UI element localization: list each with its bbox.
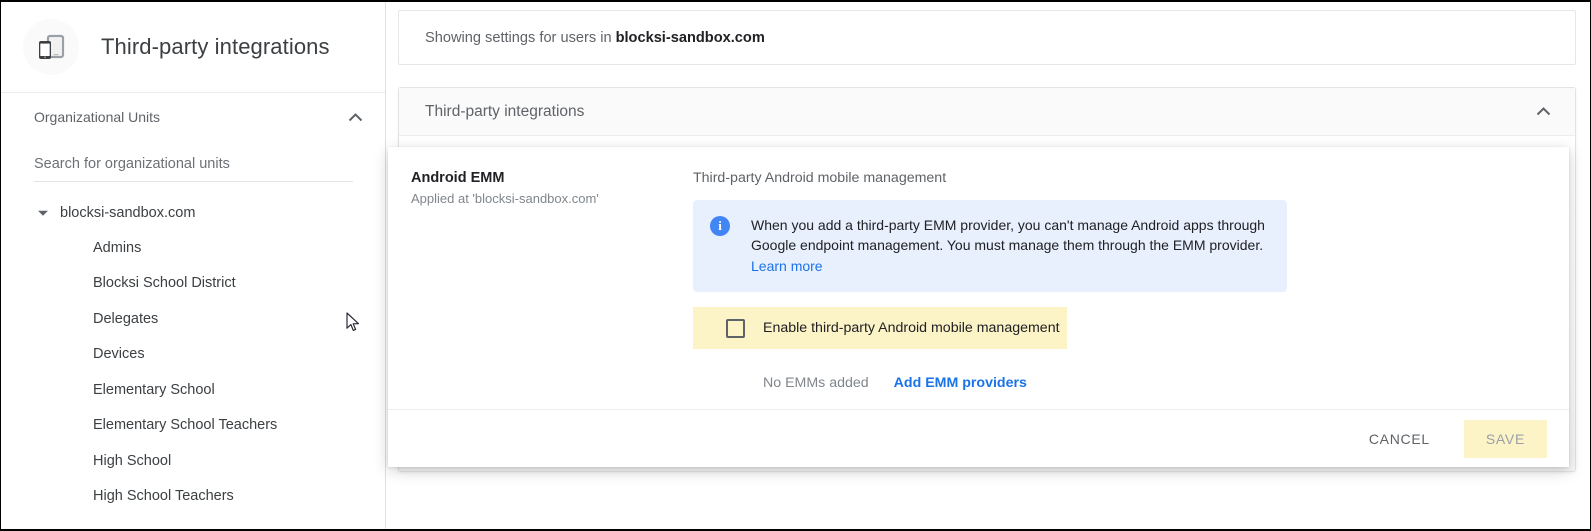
- android-emm-settings-panel: Android EMM Applied at 'blocksi-sandbox.…: [388, 147, 1569, 467]
- panel-left-column: Android EMM Applied at 'blocksi-sandbox.…: [388, 170, 693, 409]
- emm-status-row: No EMMs added Add EMM providers: [693, 375, 1529, 391]
- tree-item-label: High School Teachers: [93, 488, 234, 505]
- panel-footer: CANCEL SAVE: [388, 409, 1569, 467]
- save-button[interactable]: SAVE: [1463, 419, 1547, 458]
- enable-third-party-row[interactable]: Enable third-party Android mobile manage…: [693, 307, 1067, 349]
- info-callout: i When you add a third-party EMM provide…: [693, 200, 1287, 292]
- chevron-up-icon[interactable]: [1533, 102, 1553, 122]
- org-unit-tree: blocksi-sandbox.com Admins Blocksi Schoo…: [1, 195, 385, 514]
- showing-settings-domain: blocksi-sandbox.com: [615, 29, 765, 46]
- tree-item-high-school[interactable]: High School: [1, 443, 385, 479]
- sidebar: Third-party integrations Organizational …: [1, 2, 386, 529]
- tree-item-label: Admins: [93, 239, 142, 256]
- tree-item-label: Elementary School: [93, 381, 215, 398]
- tree-item-elementary-school[interactable]: Elementary School: [1, 372, 385, 408]
- tree-item-delegates[interactable]: Delegates: [1, 301, 385, 337]
- showing-settings-prefix: Showing settings for users in: [425, 29, 612, 46]
- showing-settings-banner: Showing settings for users in blocksi-sa…: [398, 10, 1576, 65]
- section-label: Third-party Android mobile management: [693, 170, 947, 186]
- panel-body: Android EMM Applied at 'blocksi-sandbox.…: [388, 147, 1569, 409]
- applied-at-label: Applied at 'blocksi-sandbox.com': [411, 191, 599, 206]
- tree-item-root-label: blocksi-sandbox.com: [60, 204, 196, 221]
- cancel-button[interactable]: CANCEL: [1353, 422, 1446, 456]
- search-field-wrap: [34, 155, 353, 182]
- panel-right-column: Third-party Android mobile management i …: [693, 170, 1569, 409]
- tree-item-elementary-school-teachers[interactable]: Elementary School Teachers: [1, 408, 385, 444]
- card-title: Third-party integrations: [425, 102, 585, 120]
- caret-down-icon[interactable]: [34, 204, 52, 222]
- card-header[interactable]: Third-party integrations: [399, 88, 1575, 136]
- android-emm-heading: Android EMM: [411, 170, 505, 186]
- no-emms-added-label: No EMMs added: [763, 375, 869, 391]
- chevron-up-icon[interactable]: [345, 107, 365, 127]
- organizational-units-header[interactable]: Organizational Units: [1, 93, 385, 141]
- page-title: Third-party integrations: [101, 34, 330, 59]
- add-emm-providers-link[interactable]: Add EMM providers: [894, 375, 1027, 391]
- info-callout-text-wrap: When you add a third-party EMM provider,…: [751, 215, 1271, 276]
- tree-item-label: Elementary School Teachers: [93, 417, 278, 434]
- enable-third-party-label: Enable third-party Android mobile manage…: [763, 320, 1060, 336]
- tree-item-label: Devices: [93, 346, 145, 363]
- tree-item-blocksi-school-district[interactable]: Blocksi School District: [1, 266, 385, 302]
- enable-third-party-checkbox[interactable]: [726, 318, 745, 338]
- tree-item-high-school-teachers[interactable]: High School Teachers: [1, 479, 385, 515]
- info-callout-text: When you add a third-party EMM provider,…: [751, 217, 1265, 253]
- learn-more-link[interactable]: Learn more: [751, 256, 823, 276]
- devices-phone-tablet-icon: [23, 19, 79, 75]
- tree-item-admins[interactable]: Admins: [1, 230, 385, 266]
- tree-item-devices[interactable]: Devices: [1, 337, 385, 373]
- tree-item-label: Delegates: [93, 310, 159, 327]
- info-circle-icon: i: [710, 216, 730, 236]
- tree-item-label: High School: [93, 452, 172, 469]
- app-window: Third-party integrations Organizational …: [0, 0, 1591, 531]
- tree-item-label: Blocksi School District: [93, 275, 236, 292]
- organizational-units-label: Organizational Units: [34, 109, 161, 125]
- sidebar-header: Third-party integrations: [1, 2, 385, 93]
- search-input[interactable]: [34, 156, 353, 172]
- tree-item-root[interactable]: blocksi-sandbox.com: [1, 195, 385, 230]
